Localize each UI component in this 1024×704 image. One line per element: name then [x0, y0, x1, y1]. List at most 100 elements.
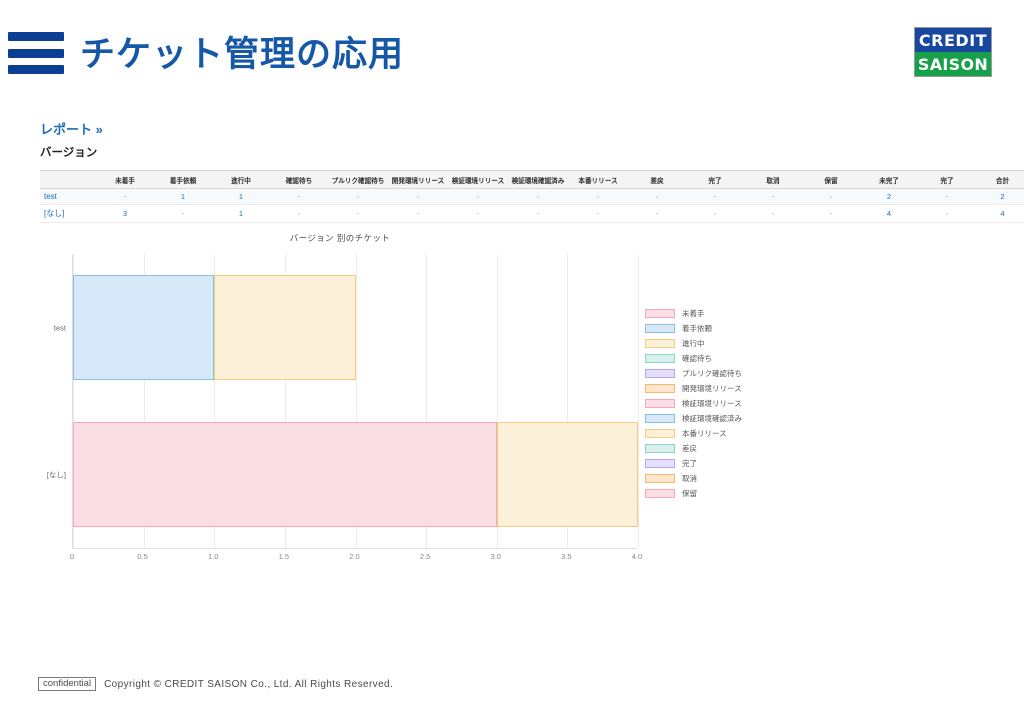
logo-saison-text: SAISON: [915, 52, 991, 76]
table-column-header: 検証環境確認済み: [508, 170, 568, 189]
table-column-header: 差戻: [628, 170, 686, 189]
table-row-name-link[interactable]: test: [40, 188, 96, 205]
table-column-header: 本番リリース: [568, 170, 628, 189]
table-column-header: 保留: [802, 170, 860, 189]
hamburger-bar: [8, 65, 64, 74]
legend-color-swatch: [645, 429, 675, 438]
table-cell-empty: -: [568, 204, 628, 223]
chart-x-tick-label: 1.5: [278, 552, 290, 561]
chart-x-tick-label: 0: [69, 552, 75, 561]
legend-color-swatch: [645, 444, 675, 453]
table-cell-count-link[interactable]: 4: [976, 204, 1024, 223]
table-column-header: 着手依頼: [154, 170, 212, 189]
legend-item[interactable]: 保留: [645, 486, 815, 501]
breadcrumb-report-link[interactable]: レポート »: [40, 119, 103, 138]
confidential-badge: confidential: [38, 676, 97, 692]
hamburger-icon[interactable]: [8, 32, 64, 74]
table-cell-empty: -: [744, 204, 802, 223]
table-cell-count-link[interactable]: 1: [212, 188, 270, 205]
version-report-table: 未着手 着手依頼 進行中 確認待ち プルリク確認待ち 開発環境リリース 検証環境リリース 検証…: [40, 170, 1024, 223]
table-cell-empty: -: [508, 204, 568, 223]
chart-x-tick-label: 1.0: [208, 552, 219, 561]
page-header: チケット管理の応用 CREDIT SAISON: [0, 0, 1024, 96]
table-cell-empty: -: [802, 188, 860, 205]
legend-item[interactable]: 開発環境リリース: [645, 381, 815, 396]
chart-x-axis: [72, 548, 637, 549]
credit-saison-logo: CREDIT SAISON: [914, 27, 992, 77]
legend-item[interactable]: 検証環境確認済み: [645, 411, 815, 426]
table-cell-empty: -: [628, 204, 686, 223]
legend-item-label: 確認待ち: [682, 354, 712, 363]
legend-item-label: 本番リリース: [682, 429, 727, 438]
legend-item[interactable]: 本番リリース: [645, 426, 815, 441]
copyright-text: Copyright © CREDIT SAISON Co., Ltd. All …: [104, 678, 394, 690]
chart-bar-segment[interactable]: [214, 274, 356, 381]
table-cell-empty: -: [388, 188, 448, 205]
table-column-header: 進行中: [212, 170, 270, 189]
section-heading-version: バージョン: [40, 147, 98, 159]
legend-color-swatch: [645, 324, 675, 333]
legend-item-label: 進行中: [682, 339, 705, 348]
legend-item-label: 保留: [682, 489, 697, 498]
table-cell-empty: -: [918, 188, 976, 205]
legend-item[interactable]: プルリク確認待ち: [645, 366, 815, 381]
table-cell-empty: -: [270, 204, 328, 223]
chart-bar-segment[interactable]: [73, 274, 215, 381]
legend-item-label: 着手依頼: [682, 324, 712, 333]
legend-item[interactable]: 完了: [645, 456, 815, 471]
legend-item-label: プルリク確認待ち: [682, 369, 742, 378]
legend-item[interactable]: 差戻: [645, 441, 815, 456]
table-cell-count-link[interactable]: 1: [154, 188, 212, 205]
table-cell-empty: -: [96, 188, 154, 205]
table-column-header: 未着手: [96, 170, 154, 189]
legend-item[interactable]: 進行中: [645, 336, 815, 351]
legend-color-swatch: [645, 474, 675, 483]
legend-color-swatch: [645, 354, 675, 363]
chart-x-tick-label: 3.5: [561, 552, 572, 561]
legend-color-swatch: [645, 309, 675, 318]
chart-y-tick-label: test: [53, 323, 66, 332]
chart-x-tick-label: 4.0: [631, 552, 643, 561]
logo-credit-text: CREDIT: [915, 28, 991, 52]
chart-x-tick-label: 3.0: [490, 552, 501, 561]
table-column-header: 開発環境リリース: [388, 170, 448, 189]
table-column-header: 完了: [918, 170, 976, 189]
legend-item-label: 検証環境リリース: [682, 399, 742, 408]
table-cell-empty: -: [270, 188, 328, 205]
legend-item[interactable]: 着手依頼: [645, 321, 815, 336]
table-cell-count-link[interactable]: 3: [96, 204, 154, 223]
chart-bar-segment[interactable]: [496, 421, 638, 528]
table-cell-empty: -: [388, 204, 448, 223]
table-cell-empty: -: [508, 188, 568, 205]
table-header: 未着手 着手依頼 進行中 確認待ち プルリク確認待ち 開発環境リリース 検証環境リリース 検証…: [40, 170, 1024, 189]
legend-color-swatch: [645, 489, 675, 498]
hamburger-bar: [8, 48, 64, 58]
table-row-name-link[interactable]: [なし]: [40, 204, 96, 223]
legend-color-swatch: [645, 339, 675, 348]
table-cell-empty: -: [448, 204, 508, 223]
legend-item[interactable]: 確認待ち: [645, 351, 815, 366]
table-column-header: 取消: [744, 170, 802, 189]
table-column-header: 未完了: [860, 170, 918, 189]
table-cell-empty: -: [628, 188, 686, 205]
page-title: チケット管理の応用: [80, 35, 405, 74]
chart-x-tick-label: 2.5: [419, 552, 431, 561]
legend-item[interactable]: 取消: [645, 471, 815, 486]
legend-item[interactable]: 検証環境リリース: [645, 396, 815, 411]
table-cell-count-link[interactable]: 4: [860, 204, 918, 223]
table-cell-empty: -: [686, 188, 744, 205]
table-cell-count-link[interactable]: 2: [976, 188, 1024, 205]
table-cell-empty: -: [328, 204, 388, 223]
chart-bar-segment[interactable]: [73, 421, 497, 528]
table-cell-empty: -: [918, 204, 976, 223]
legend-item[interactable]: 未着手: [645, 306, 815, 321]
legend-color-swatch: [645, 459, 675, 468]
chart-x-tick-label: 0.5: [137, 552, 148, 561]
hamburger-bar: [8, 32, 64, 41]
table-column-header: 合計: [976, 170, 1024, 189]
table-cell-empty: -: [686, 204, 744, 223]
version-ticket-chart: バージョン 別のチケット 0 0.5 1.0 1.5 2.0 2.5 3.0 3.5 4.0 t…: [40, 228, 984, 588]
table-cell-count-link[interactable]: 1: [212, 204, 270, 223]
table-cell-count-link[interactable]: 2: [860, 188, 918, 205]
legend-color-swatch: [645, 399, 675, 408]
